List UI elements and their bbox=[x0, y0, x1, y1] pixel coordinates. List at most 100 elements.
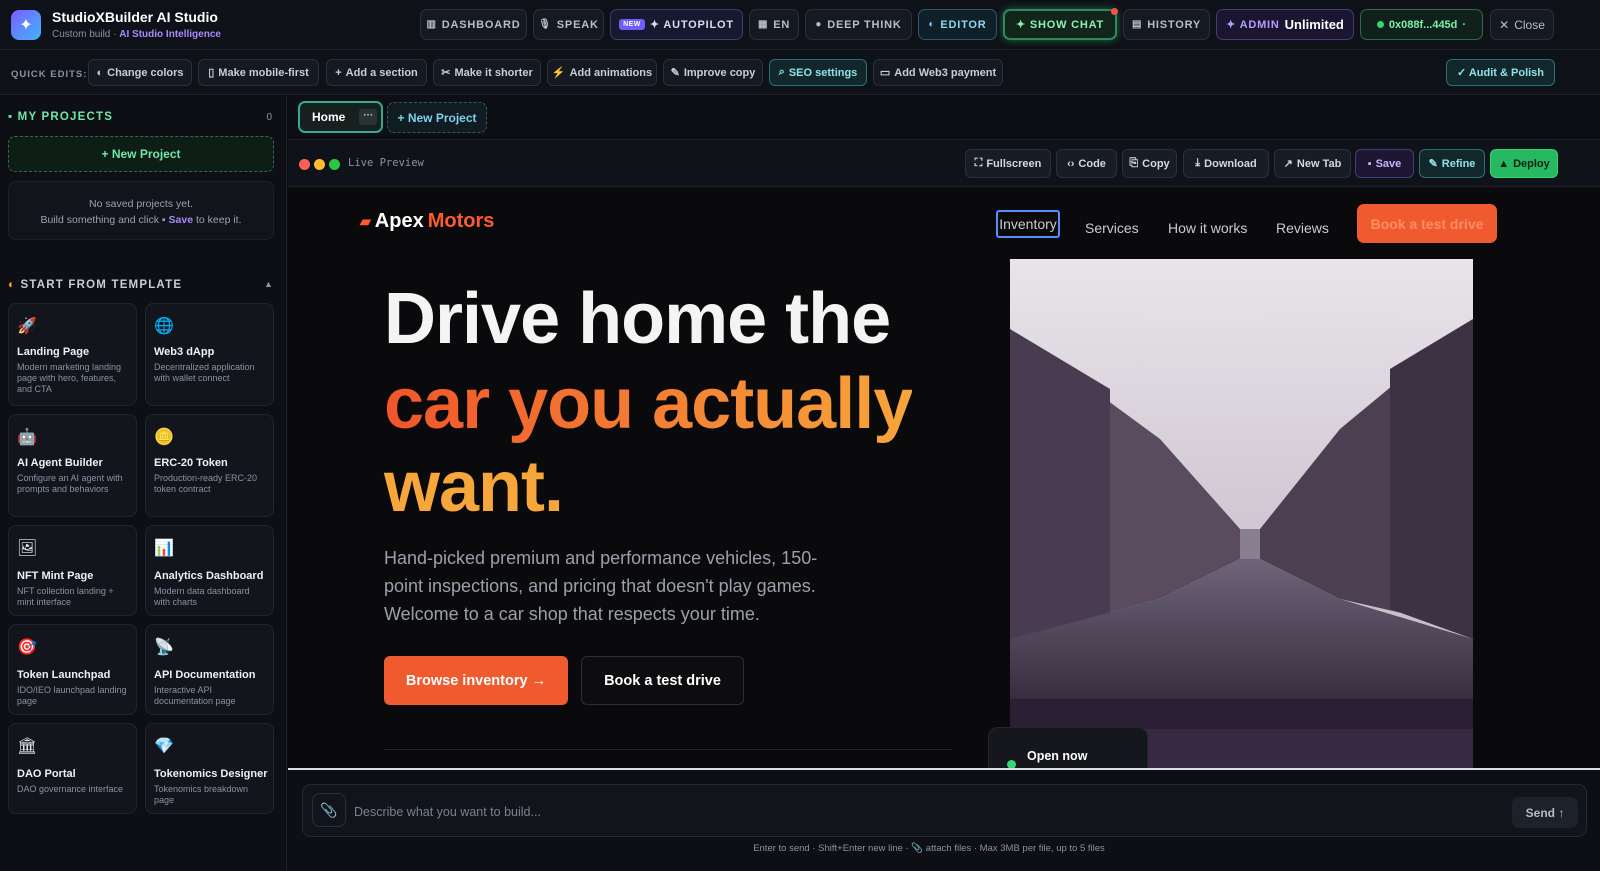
main-panel: Home ··· + New Project Live Preview ⛶ Full… bbox=[288, 96, 1600, 871]
memo-icon: ✎ bbox=[670, 67, 680, 79]
audit-polish-button[interactable]: ✓ Audit & Polish bbox=[1446, 59, 1555, 86]
tab-new-project[interactable]: + New Project bbox=[387, 102, 487, 133]
quick-edit-improve-copy[interactable]: ✎ Improve copy bbox=[663, 59, 763, 86]
template-card[interactable]: 🚀 Landing Page Modern marketing landing pa… bbox=[8, 303, 137, 406]
template-description: Configure an AI agent with prompts and b… bbox=[17, 473, 123, 494]
template-card[interactable]: 💎 Tokenomics Designer Tokenomics breakdown… bbox=[145, 723, 274, 814]
wallet-button[interactable]: 0x088f...445d · bbox=[1360, 9, 1483, 40]
template-name: API Documentation bbox=[154, 669, 256, 681]
download-button[interactable]: ⤓ Download bbox=[1183, 149, 1269, 178]
project-tabs: Home ··· + New Project bbox=[288, 96, 1600, 140]
dashboard-icon: ▥ bbox=[426, 19, 437, 30]
palette-icon: ◐ bbox=[96, 66, 104, 79]
template-card[interactable]: 📊 Analytics Dashboard Modern data dashboar… bbox=[145, 525, 274, 616]
template-icon: 🖼 bbox=[17, 540, 38, 557]
nav-how-it-works[interactable]: How it works bbox=[1168, 220, 1247, 236]
language-button[interactable]: ▦ EN bbox=[749, 9, 799, 40]
wallet-status-dot bbox=[1376, 21, 1384, 28]
book-test-drive-button[interactable]: Book a test drive bbox=[581, 656, 744, 705]
template-name: Landing Page bbox=[17, 346, 90, 358]
site-logo[interactable]: ▰ Apex Motors bbox=[360, 210, 494, 233]
fullscreen-button[interactable]: ⛶ Fullscreen bbox=[965, 149, 1051, 178]
code-button[interactable]: ‹› Code bbox=[1056, 149, 1117, 178]
nav-book-test-drive-button[interactable]: Book a test drive bbox=[1357, 204, 1497, 243]
live-preview-label: Live Preview bbox=[348, 157, 424, 169]
template-card[interactable]: 📡 API Documentation Interactive API docume… bbox=[145, 624, 274, 715]
new-badge: NEW bbox=[619, 19, 645, 30]
history-icon: ▤ bbox=[1131, 19, 1143, 30]
copy-button[interactable]: ⎘ Copy bbox=[1122, 149, 1177, 178]
quick-edit-web3-payment[interactable]: ▭ Add Web3 payment bbox=[873, 59, 1003, 86]
tab-home[interactable]: Home ··· bbox=[298, 101, 383, 133]
template-name: DAO Portal bbox=[17, 768, 76, 780]
template-icon: 🎯 bbox=[17, 639, 37, 656]
window-close-dot bbox=[299, 159, 310, 170]
chat-composer: 📎 Send ↑ bbox=[302, 784, 1587, 837]
app-title: StudioXBuilder AI Studio bbox=[52, 9, 218, 25]
template-card[interactable]: 🤖 AI Agent Builder Configure an AI agent w… bbox=[8, 414, 137, 517]
template-description: Production-ready ERC-20 token contract bbox=[154, 473, 258, 494]
template-card[interactable]: 🖼 NFT Mint Page NFT collection landing + m… bbox=[8, 525, 137, 616]
template-description: Tokenomics breakdown page bbox=[154, 784, 249, 805]
template-name: Token Launchpad bbox=[17, 669, 111, 681]
template-card[interactable]: 🎯 Token Launchpad IDO/IEO launchpad landin… bbox=[8, 624, 137, 715]
quick-edit-add-section[interactable]: + Add a section bbox=[326, 59, 427, 86]
nav-inventory[interactable]: Inventory bbox=[996, 210, 1060, 238]
template-description: Decentralized application with wallet co… bbox=[154, 362, 255, 383]
composer-hint: Enter to send · Shift+Enter new line · 📎… bbox=[753, 843, 1105, 854]
paperclip-icon: 📎 bbox=[320, 801, 338, 818]
quick-edit-mobile-first[interactable]: ▯ Make mobile-first bbox=[198, 59, 319, 86]
plus-icon: + bbox=[335, 66, 342, 79]
template-description: DAO governance interface bbox=[17, 784, 124, 794]
chat-divider bbox=[288, 768, 1600, 770]
editor-button[interactable]: ◐ EDITOR bbox=[918, 9, 997, 40]
quick-edit-make-shorter[interactable]: ✂ Make it shorter bbox=[433, 59, 541, 86]
deep-think-button[interactable]: ● DEEP THINK bbox=[805, 9, 912, 40]
speak-button[interactable]: 🎙 SPEAK bbox=[533, 9, 604, 40]
save-link[interactable]: Save bbox=[169, 214, 194, 226]
tab-menu-button[interactable]: ··· bbox=[359, 109, 378, 125]
save-icon: ▪ bbox=[1367, 157, 1372, 170]
app-subtitle: Custom build · AI Studio Intelligence bbox=[52, 29, 221, 40]
template-description: Interactive API documentation page bbox=[154, 685, 236, 706]
nav-services[interactable]: Services bbox=[1085, 220, 1139, 236]
template-icon: 📡 bbox=[154, 639, 174, 656]
template-card[interactable]: 🏛 DAO Portal DAO governance interface bbox=[8, 723, 137, 814]
admin-badge[interactable]: ✦ ADMIN Unlimited bbox=[1216, 9, 1354, 40]
quick-edit-add-animations[interactable]: ⚡ Add animations bbox=[547, 59, 657, 86]
app-logo-icon: ✦ bbox=[11, 10, 41, 40]
nav-reviews[interactable]: Reviews bbox=[1276, 220, 1329, 236]
browse-inventory-button[interactable]: Browse inventory → bbox=[384, 656, 568, 705]
dashboard-button[interactable]: ▥ DASHBOARD bbox=[420, 9, 527, 40]
new-project-button[interactable]: + New Project bbox=[8, 136, 274, 172]
attach-button[interactable]: 📎 bbox=[312, 793, 346, 827]
history-button[interactable]: ▤ HISTORY bbox=[1123, 9, 1210, 40]
deploy-button[interactable]: ▲ Deploy bbox=[1490, 149, 1558, 178]
templates-title: ◐ START FROM TEMPLATE bbox=[8, 279, 183, 291]
close-button[interactable]: ✕ Close bbox=[1490, 9, 1554, 40]
template-name: ERC-20 Token bbox=[154, 457, 228, 469]
quick-edit-seo-settings[interactable]: ⌕ SEO settings bbox=[769, 59, 867, 86]
palette-icon: ◐ bbox=[8, 279, 21, 291]
templates-collapse-toggle[interactable]: ▲ bbox=[264, 279, 273, 289]
refine-button[interactable]: ✎ Refine bbox=[1419, 149, 1485, 178]
external-link-icon: ↗ bbox=[1283, 158, 1293, 170]
prompt-input[interactable] bbox=[354, 801, 1454, 823]
template-icon: 🪙 bbox=[154, 429, 174, 446]
hero-paragraph: Hand-picked premium and performance vehi… bbox=[384, 548, 818, 624]
template-icon: 🏛 bbox=[17, 738, 38, 755]
chevron-down-icon: · bbox=[1462, 18, 1467, 31]
template-description: NFT collection landing + mint interface bbox=[17, 586, 114, 607]
new-tab-button[interactable]: ↗ New Tab bbox=[1274, 149, 1351, 178]
send-button[interactable]: Send ↑ bbox=[1512, 797, 1578, 828]
save-button[interactable]: ▪ Save bbox=[1355, 149, 1414, 178]
template-name: Analytics Dashboard bbox=[154, 570, 264, 582]
show-chat-button[interactable]: ✦ SHOW CHAT bbox=[1003, 8, 1118, 40]
template-card[interactable]: 🪙 ERC-20 Token Production-ready ERC-20 tok… bbox=[145, 414, 274, 517]
search-icon: ⌕ bbox=[778, 66, 785, 78]
close-icon: ✕ bbox=[1499, 17, 1510, 32]
template-description: Modern data dashboard with charts bbox=[154, 586, 250, 607]
template-card[interactable]: 🌐 Web3 dApp Decentralized application with… bbox=[145, 303, 274, 406]
autopilot-button[interactable]: NEW ✦ AUTOPILOT bbox=[610, 9, 743, 40]
quick-edit-change-colors[interactable]: ◐ Change colors bbox=[88, 59, 192, 86]
